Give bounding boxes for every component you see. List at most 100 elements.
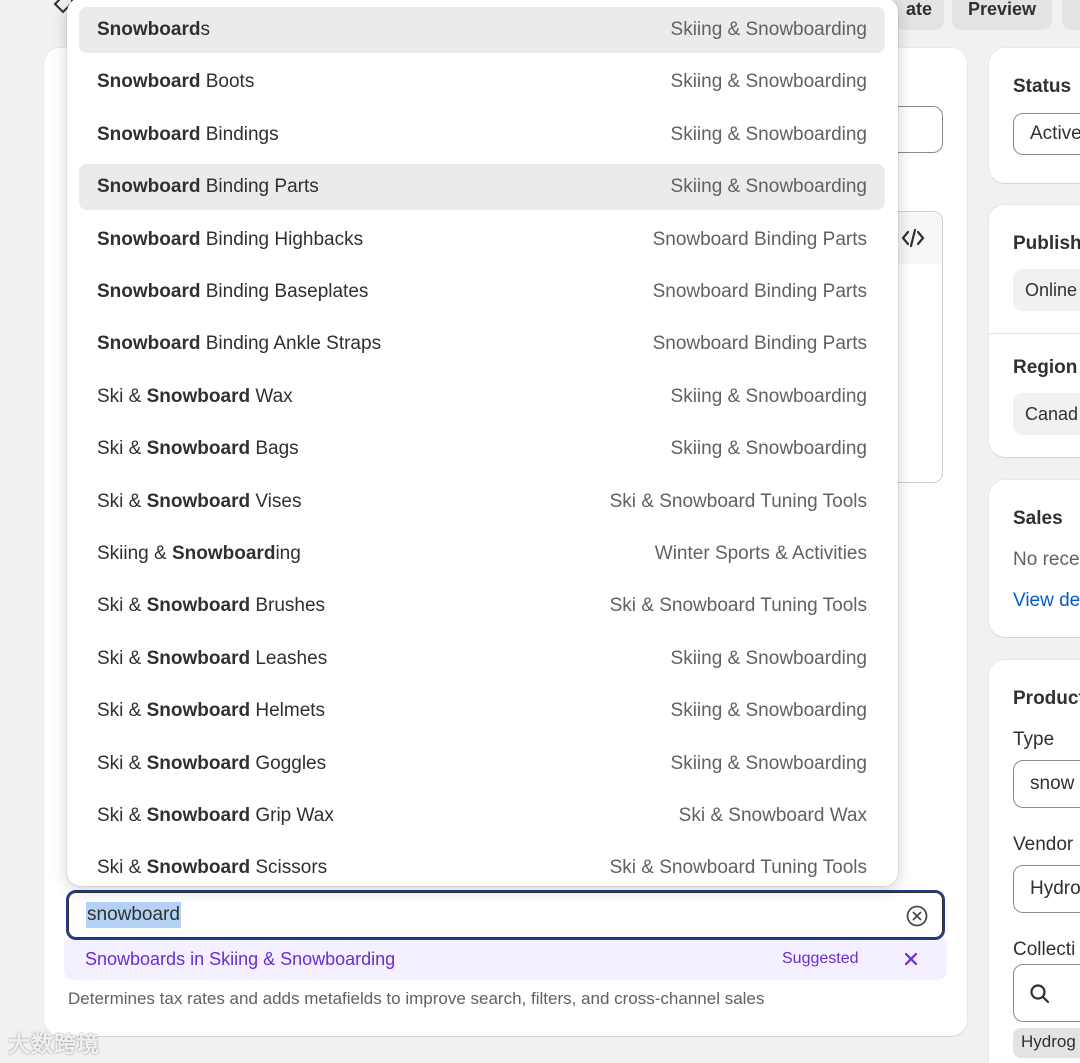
category-option-label: Ski & Snowboard Grip Wax	[97, 805, 334, 827]
option-label-match: Snowboard	[97, 123, 201, 145]
code-view-icon[interactable]	[900, 226, 926, 250]
category-option-label: Snowboard Boots	[97, 71, 254, 93]
option-label-suffix: Boots	[200, 71, 255, 93]
category-option[interactable]: Snowboard Boots Skiing & Snowboarding	[79, 59, 885, 105]
option-label-match: Snowboard	[146, 490, 251, 512]
option-label-match: Snowboard	[146, 438, 251, 460]
category-option-parent: Skiing & Snowboarding	[670, 438, 867, 460]
option-label-suffix: Vises	[250, 490, 302, 512]
option-label-match: Snowboard	[146, 595, 251, 617]
clear-input-icon[interactable]	[905, 904, 929, 928]
sales-channel-pill[interactable]: Online	[1013, 269, 1080, 311]
category-option-label: Snowboard Binding Baseplates	[97, 281, 368, 303]
category-option[interactable]: Ski & Snowboard Vises Ski & Snowboard Tun…	[79, 479, 885, 525]
search-icon	[1030, 984, 1050, 1004]
publishing-title: Publish	[1013, 233, 1080, 254]
category-option[interactable]: Snowboards Skiing & Snowboarding	[79, 7, 885, 53]
category-option-label: Ski & Snowboard Wax	[97, 386, 293, 408]
watermark: 大数跨境	[8, 1032, 101, 1057]
category-option-parent: Ski & Snowboard Tuning Tools	[609, 490, 867, 512]
category-option[interactable]: Snowboard Binding Ankle Straps Snowboard …	[79, 321, 885, 367]
option-label-prefix: Ski &	[97, 857, 147, 879]
divider	[989, 333, 1080, 334]
category-input-value[interactable]: snowboard	[86, 902, 181, 928]
category-help-text: Determines tax rates and adds metafields…	[68, 989, 765, 1008]
view-details-link[interactable]: View de	[1013, 590, 1080, 612]
option-label-match: Snowboard	[97, 71, 201, 93]
option-label-match: Snowboard	[97, 281, 201, 302]
category-option[interactable]: Ski & Snowboard Grip Wax Ski & Snowboard …	[79, 793, 885, 839]
option-label-prefix: Ski &	[97, 700, 147, 722]
option-label-match: Snowboard	[97, 228, 201, 250]
option-label-match: Snowboard	[146, 385, 251, 407]
category-option[interactable]: Ski & Snowboard Brushes Ski & Snowboard T…	[79, 583, 885, 629]
option-label-suffix: s	[200, 19, 210, 40]
collections-label: Collecti	[1013, 939, 1076, 960]
vendor-input[interactable]: Hydro	[1013, 865, 1080, 913]
category-option-label: Ski & Snowboard Leashes	[97, 648, 327, 670]
category-option[interactable]: Ski & Snowboard Helmets Skiing & Snowboar…	[79, 688, 885, 734]
sales-empty-text: No rece	[1013, 549, 1080, 570]
preview-button[interactable]: Preview	[952, 0, 1052, 30]
category-option-label: Ski & Snowboard Goggles	[97, 753, 326, 775]
option-label-match: Snowboard	[146, 700, 251, 722]
type-input[interactable]: snow	[1013, 760, 1080, 808]
category-option-label: Skiing & Snowboarding	[97, 543, 301, 565]
category-option-parent: Ski & Snowboard Wax	[678, 805, 867, 826]
category-option[interactable]: Ski & Snowboard Bags Skiing & Snowboardin…	[79, 426, 885, 472]
collection-chip[interactable]: Hydrog	[1013, 1028, 1080, 1058]
category-option-label: Snowboard Bindings	[97, 124, 279, 146]
category-option[interactable]: Ski & Snowboard Wax Skiing & Snowboarding	[79, 374, 885, 420]
region-title: Region	[1013, 357, 1078, 378]
category-option[interactable]: Skiing & Snowboarding Winter Sports & Act…	[79, 531, 885, 577]
option-label-suffix: Binding Ankle Straps	[200, 333, 382, 355]
dismiss-suggestion-icon[interactable]	[900, 948, 922, 970]
option-label-suffix: Bags	[250, 438, 299, 460]
option-label-suffix: Leashes	[250, 647, 328, 669]
category-option[interactable]: Snowboard Binding Parts Skiing & Snowboar…	[79, 164, 885, 211]
vendor-label: Vendor	[1013, 834, 1074, 855]
option-label-prefix: Ski &	[97, 595, 147, 617]
category-option-parent: Skiing & Snowboarding	[670, 385, 867, 407]
option-label-suffix: Scissors	[250, 857, 328, 879]
collections-search-input[interactable]	[1013, 964, 1080, 1022]
suggestion-text[interactable]: Snowboards in Skiing & Snowboarding	[85, 949, 395, 970]
duplicate-button[interactable]: ate	[894, 0, 944, 30]
category-option-label: Ski & Snowboard Helmets	[97, 700, 325, 722]
region-pill[interactable]: Canad	[1013, 393, 1080, 435]
description-editor[interactable]	[896, 211, 943, 483]
category-option-label: Ski & Snowboard Vises	[97, 491, 301, 513]
category-option-parent: Skiing & Snowboarding	[670, 176, 867, 198]
category-option[interactable]: Ski & Snowboard Goggles Skiing & Snowboar…	[79, 741, 885, 787]
more-actions-button[interactable]	[1062, 0, 1080, 30]
option-label-match: Snowboard	[146, 647, 251, 669]
option-label-match: Snowboard	[97, 333, 201, 355]
category-option-label: Ski & Snowboard Scissors	[97, 857, 327, 879]
type-label: Type	[1013, 729, 1055, 750]
category-option-parent: Ski & Snowboard Tuning Tools	[609, 595, 867, 617]
category-search-input[interactable]: snowboard	[66, 890, 945, 940]
option-label-prefix: Ski &	[97, 647, 147, 669]
category-option-parent: Skiing & Snowboarding	[670, 19, 867, 40]
category-option[interactable]: Snowboard Binding Baseplates Snowboard Bi…	[79, 269, 885, 315]
category-option-parent: Skiing & Snowboarding	[670, 752, 867, 774]
sales-card: Sales No rece View de	[989, 480, 1080, 637]
status-select[interactable]: Active	[1013, 113, 1080, 155]
sales-title: Sales	[1013, 508, 1063, 529]
title-input[interactable]	[896, 106, 943, 153]
option-label-suffix: Wax	[250, 385, 293, 407]
category-option-label: Snowboard Binding Ankle Straps	[97, 333, 381, 355]
category-option-label: Snowboards	[97, 19, 210, 41]
category-option[interactable]: Snowboard Bindings Skiing & Snowboarding	[79, 112, 885, 158]
category-option[interactable]: Ski & Snowboard Scissors Ski & Snowboard …	[79, 845, 885, 886]
category-option-label: Snowboard Binding Parts	[97, 176, 319, 198]
category-option[interactable]: Ski & Snowboard Leashes Skiing & Snowboar…	[79, 636, 885, 682]
category-option-parent: Snowboard Binding Parts	[652, 228, 867, 250]
category-option[interactable]: Snowboard Binding Highbacks Snowboard Bin…	[79, 217, 885, 263]
option-label-suffix: Binding Baseplates	[200, 281, 369, 302]
option-label-prefix: Ski &	[97, 805, 147, 826]
suggested-badge: Suggested	[782, 950, 859, 967]
category-option-parent: Ski & Snowboard Tuning Tools	[609, 857, 867, 879]
category-suggestion[interactable]: Snowboards in Skiing & Snowboarding Sugg…	[64, 940, 947, 980]
option-label-match: Snowboard	[97, 19, 201, 40]
